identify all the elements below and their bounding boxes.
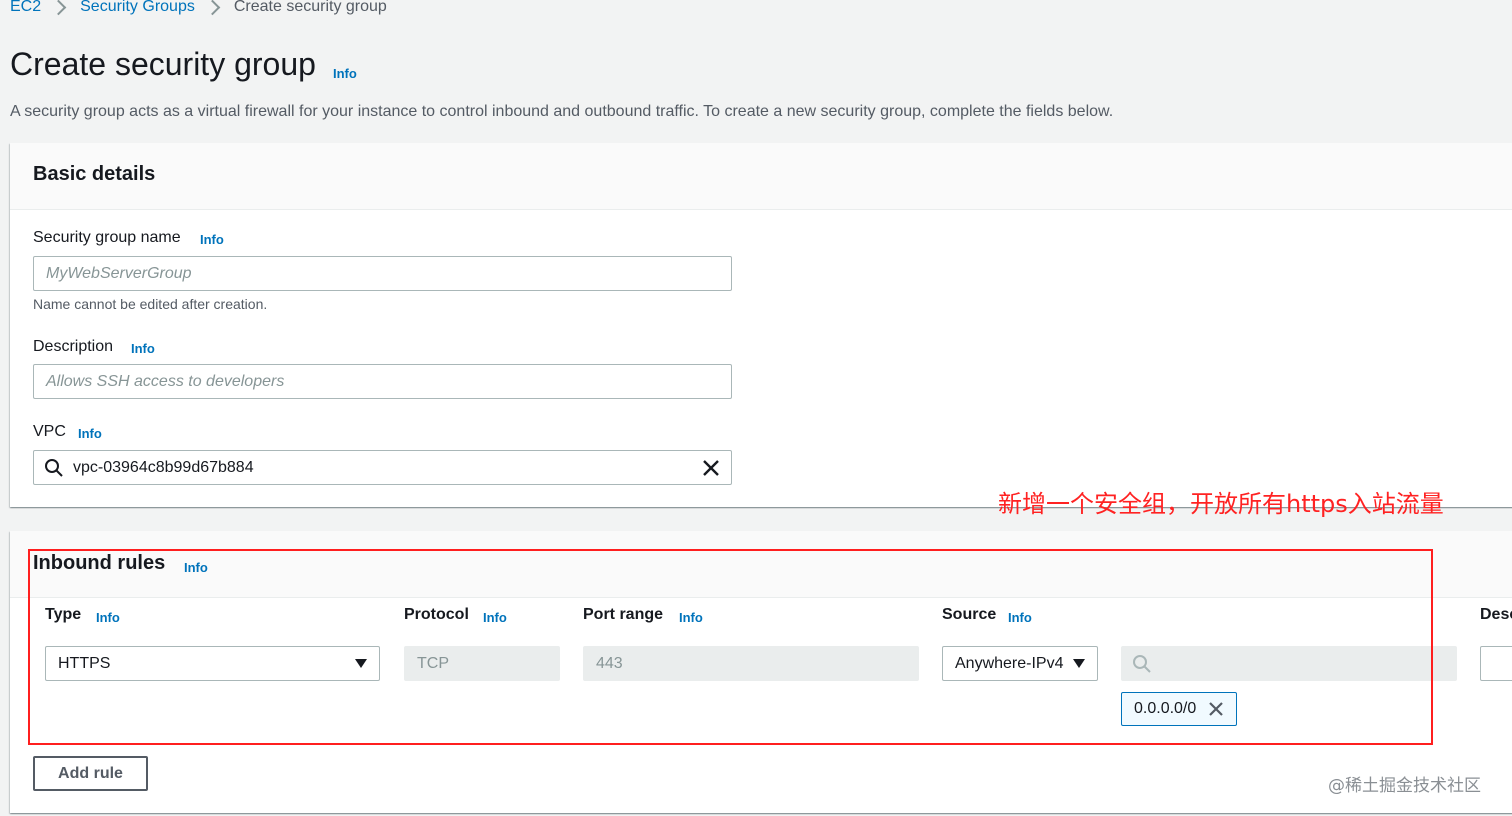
description-input[interactable]: Allows SSH access to developers [33,364,732,399]
page-description: A security group acts as a virtual firew… [10,103,1114,120]
breadcrumb: EC2 Security Groups Create security grou… [10,0,387,16]
security-group-name-placeholder: MyWebServerGroup [46,264,192,282]
page-title: Create security group [10,46,316,82]
watermark: @稀土掘金技术社区 [1328,776,1481,796]
breadcrumb-security-groups[interactable]: Security Groups [80,0,195,16]
name-hint: Name cannot be edited after creation. [33,296,268,312]
breadcrumb-ec2[interactable]: EC2 [10,0,41,16]
annotation-text: 新增一个安全组，开放所有https入站流量 [998,490,1444,518]
clear-icon[interactable] [702,459,720,477]
chevron-right-icon [204,0,221,15]
basic-details-header [10,143,1512,210]
chevron-right-icon [50,0,67,15]
add-rule-button[interactable]: Add rule [33,756,148,791]
col-description: Desc [1480,606,1512,623]
search-icon [45,458,63,477]
security-group-name-label: Security group name [33,229,181,246]
description-row-input[interactable] [1480,646,1512,681]
vpc-info-link[interactable]: Info [78,426,102,441]
breadcrumb-current: Create security group [233,0,387,15]
description-placeholder: Allows SSH access to developers [46,372,285,390]
security-group-name-input[interactable]: MyWebServerGroup [33,256,732,291]
title-info-link[interactable]: Info [333,66,357,81]
basic-details-heading: Basic details [33,163,156,185]
annotation-highlight-box [28,549,1433,745]
vpc-value: vpc-03964c8b99d67b884 [73,458,254,476]
vpc-label: VPC [33,423,66,440]
description-label: Description [33,338,114,355]
description-info-link[interactable]: Info [131,341,155,356]
vpc-search-input[interactable]: vpc-03964c8b99d67b884 [33,450,732,485]
security-group-name-info-link[interactable]: Info [200,232,224,247]
